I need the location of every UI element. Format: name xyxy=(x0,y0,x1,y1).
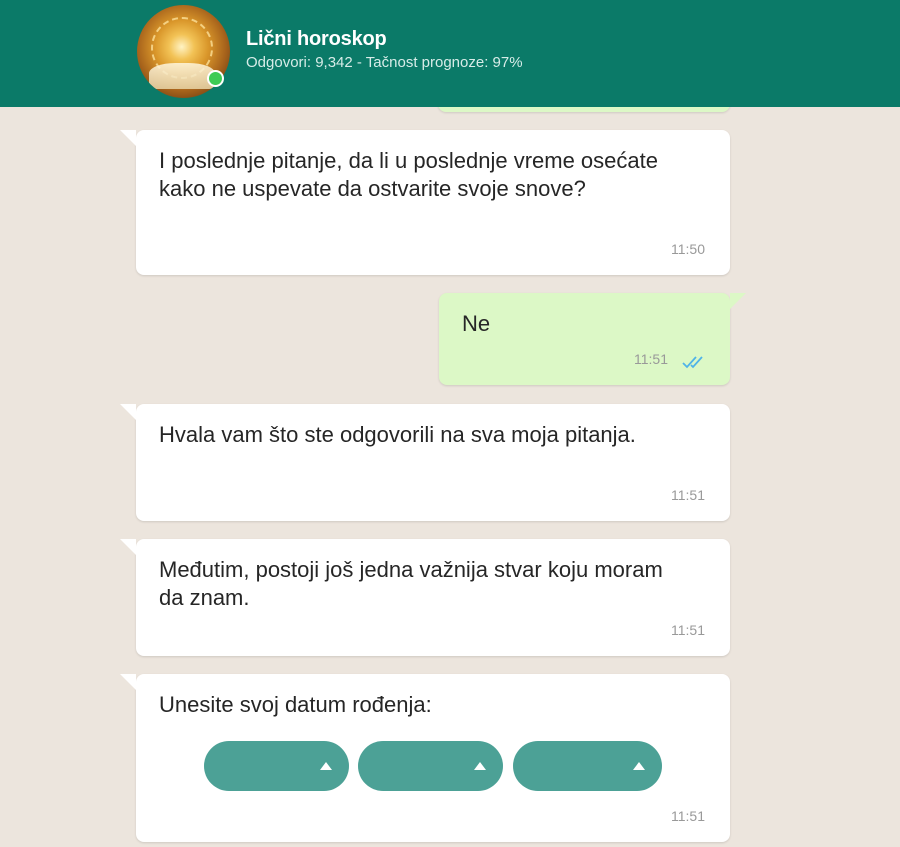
month-select[interactable] xyxy=(358,741,503,791)
outgoing-message: Ne 11:51 xyxy=(439,293,746,385)
message-text: Međutim, postoji još jedna važnija stvar… xyxy=(159,557,663,610)
caret-up-icon xyxy=(320,762,332,770)
open-book-icon xyxy=(149,63,215,89)
caret-up-icon xyxy=(474,762,486,770)
message-text: I poslednje pitanje, da li u poslednje v… xyxy=(159,148,658,201)
message-time: 11:51 xyxy=(634,351,668,367)
chat-title: Lični horoskop xyxy=(246,28,387,50)
chat-header: Lični horoskop Odgovori: 9,342 - Tačnost… xyxy=(0,0,900,107)
caret-up-icon xyxy=(633,762,645,770)
double-check-icon xyxy=(682,356,703,369)
year-select[interactable] xyxy=(513,741,662,791)
incoming-message: Hvala vam što ste odgovorili na sva moja… xyxy=(120,404,730,521)
message-time: 11:51 xyxy=(671,808,705,824)
message-time: 11:51 xyxy=(671,487,705,503)
message-time: 11:50 xyxy=(671,241,705,257)
message-text: Hvala vam što ste odgovorili na sva moja… xyxy=(159,422,636,447)
birthdate-message: Unesite svoj datum rođenja: 11:51 xyxy=(120,674,730,842)
message-text: Ne xyxy=(462,311,491,336)
online-status-icon xyxy=(207,70,224,87)
chat-subtitle: Odgovori: 9,342 - Tačnost prognoze: 97% xyxy=(246,54,523,71)
incoming-message: Međutim, postoji još jedna važnija stvar… xyxy=(120,539,730,656)
message-text: Unesite svoj datum rođenja: xyxy=(159,692,432,717)
message-time: 11:51 xyxy=(671,622,705,638)
incoming-message: I poslednje pitanje, da li u poslednje v… xyxy=(120,130,730,275)
day-select[interactable] xyxy=(204,741,349,791)
